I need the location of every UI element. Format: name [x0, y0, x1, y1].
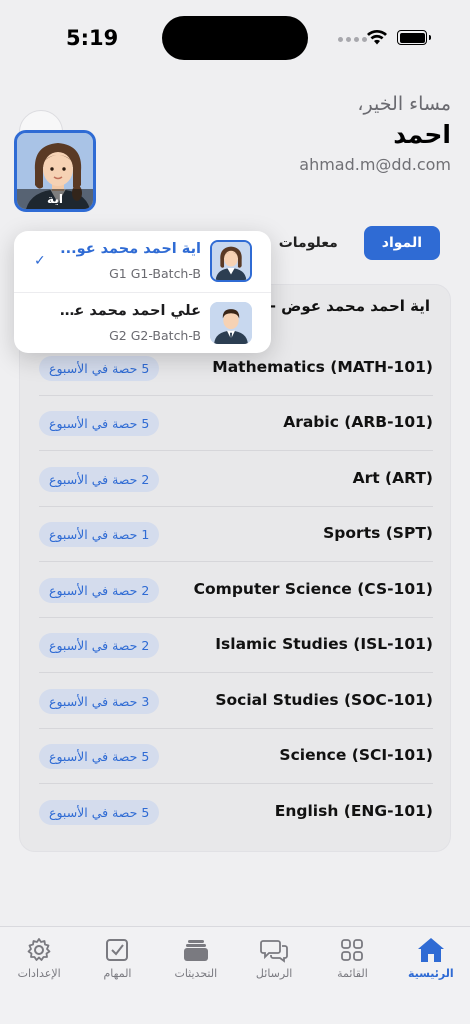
periods-badge: 5 حصة في الأسبوع — [39, 356, 160, 381]
bottom-tab-bar: الإعدادات المهام التحديثات الرسائل القائ… — [0, 926, 470, 1024]
periods-badge: 2 حصة في الأسبوع — [39, 578, 160, 603]
content-tabs: المواد معلومات — [275, 226, 440, 260]
nav-label: الرئيسية — [407, 967, 454, 980]
student-option-ali[interactable]: علي احمد محمد عوض G2 G2-Batch-B — [14, 292, 271, 352]
student-name: اية احمد محمد عو... — [60, 241, 201, 257]
periods-badge: 5 حصة في الأسبوع — [39, 411, 160, 436]
nav-tasks[interactable]: المهام — [78, 927, 156, 1024]
subject-name: English (ENG-101) — [274, 802, 433, 820]
student-class: G1 G1-Batch-B — [109, 266, 201, 281]
student-option-aya[interactable]: ✓ اية احمد محمد عو... G1 G1-Batch-B — [14, 231, 271, 291]
subject-row[interactable]: Art (ART) 2 حصة في الأسبوع — [39, 452, 433, 507]
nav-label: الإعدادات — [17, 967, 61, 980]
nav-messages[interactable]: الرسائل — [235, 927, 313, 1024]
stack-icon — [183, 940, 208, 961]
checkbox-icon — [106, 939, 129, 961]
subject-row[interactable]: Islamic Studies (ISL-101) 2 حصة في الأسب… — [39, 618, 433, 673]
periods-badge: 2 حصة في الأسبوع — [39, 633, 160, 658]
nav-updates[interactable]: التحديثات — [157, 927, 235, 1024]
nav-settings[interactable]: الإعدادات — [0, 927, 78, 1024]
card-title: اية احمد محمد عوض - — [269, 297, 430, 315]
tab-subjects[interactable]: المواد — [363, 226, 440, 260]
subject-name: Mathematics (MATH-101) — [212, 358, 433, 376]
student-name: علي احمد محمد عوض — [51, 303, 201, 319]
periods-badge: 1 حصة في الأسبوع — [39, 522, 160, 547]
status-time: 5:19 — [66, 26, 119, 50]
periods-badge: 2 حصة في الأسبوع — [39, 467, 160, 492]
periods-badge: 3 حصة في الأسبوع — [39, 689, 160, 714]
subject-name: Social Studies (SOC-101) — [215, 691, 433, 709]
subject-name: Computer Science (CS-101) — [193, 580, 433, 598]
nav-home[interactable]: الرئيسية — [392, 927, 470, 1024]
subjects-card: اية احمد محمد عوض - Mathematics (MATH-10… — [19, 284, 451, 852]
nav-label: القائمة — [337, 967, 368, 980]
periods-badge: 5 حصة في الأسبوع — [39, 744, 160, 769]
subject-name: Science (SCI-101) — [279, 746, 433, 764]
subject-row[interactable]: Computer Science (CS-101) 2 حصة في الأسب… — [39, 563, 433, 618]
subject-row[interactable]: English (ENG-101) 5 حصة في الأسبوع — [39, 785, 433, 840]
chat-icon — [260, 940, 289, 963]
status-bar: 5:19 — [0, 0, 470, 76]
profile-avatar-button[interactable]: اية — [14, 130, 96, 212]
grid-icon — [341, 939, 364, 961]
nav-label: المهام — [103, 967, 132, 980]
subject-row[interactable]: Arabic (ARB-101) 5 حصة في الأسبوع — [39, 396, 433, 451]
gear-icon — [27, 938, 51, 961]
battery-icon — [397, 30, 431, 45]
profile-avatar-label: اية — [17, 189, 93, 209]
boy-avatar-icon — [210, 302, 252, 344]
nav-label: الرسائل — [255, 967, 293, 980]
subject-row[interactable]: Social Studies (SOC-101) 3 حصة في الأسبو… — [39, 674, 433, 729]
user-name: احمد — [393, 120, 451, 149]
subject-row[interactable]: Sports (SPT) 1 حصة في الأسبوع — [39, 507, 433, 562]
nav-menu[interactable]: القائمة — [313, 927, 391, 1024]
tab-info[interactable]: معلومات — [275, 226, 342, 260]
subject-name: Islamic Studies (ISL-101) — [215, 635, 433, 653]
girl-avatar-icon — [210, 240, 252, 282]
checkmark-icon: ✓ — [34, 253, 46, 269]
subject-name: Sports (SPT) — [323, 524, 433, 542]
student-class: G2 G2-Batch-B — [109, 328, 201, 343]
periods-badge: 5 حصة في الأسبوع — [39, 800, 160, 825]
subject-row[interactable]: Science (SCI-101) 5 حصة في الأسبوع — [39, 729, 433, 784]
user-email: ahmad.m@dd.com — [299, 155, 451, 174]
signal-icon — [338, 37, 367, 42]
home-icon — [417, 938, 444, 962]
subject-name: Arabic (ARB-101) — [283, 413, 433, 431]
subject-name: Art (ART) — [352, 469, 433, 487]
dynamic-island — [162, 16, 308, 60]
wifi-icon — [367, 30, 387, 45]
student-switcher-menu: ✓ اية احمد محمد عو... G1 G1-Batch-B علي … — [14, 231, 271, 353]
nav-label: التحديثات — [174, 967, 218, 980]
greeting-text: مساء الخير، — [357, 93, 451, 115]
